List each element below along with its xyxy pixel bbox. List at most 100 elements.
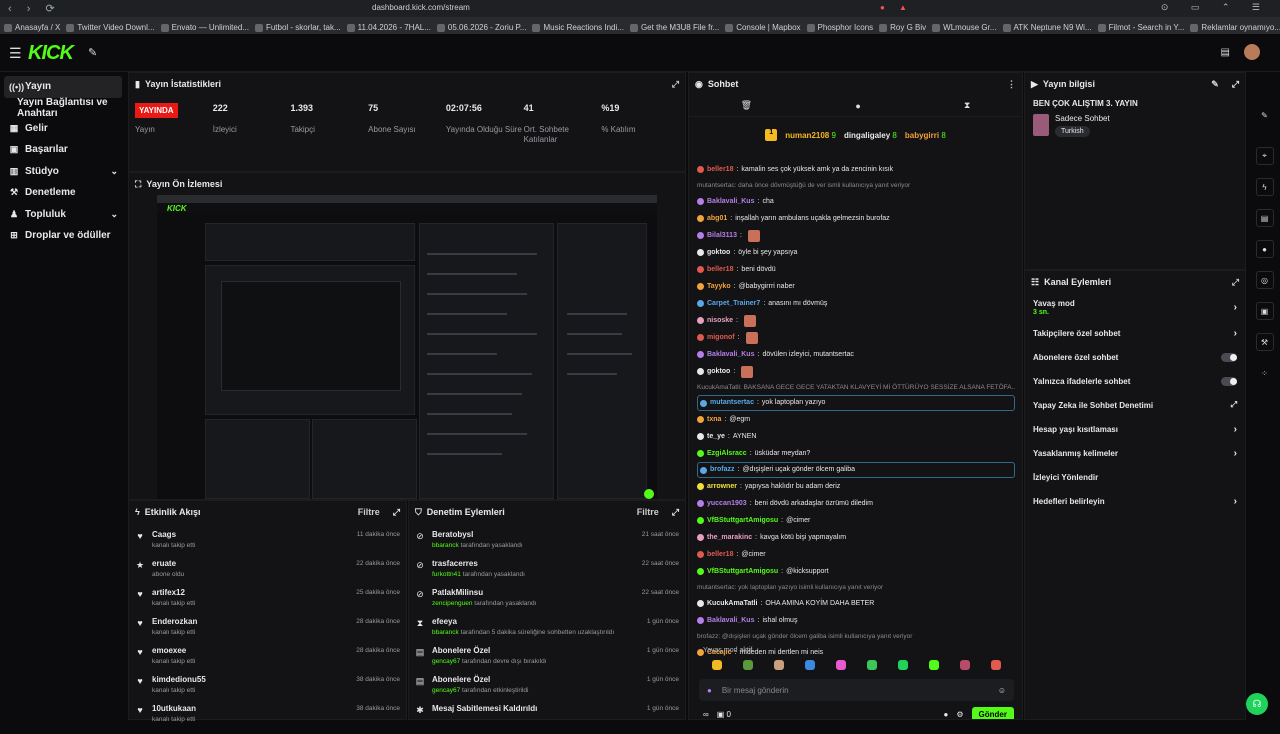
more-options-icon[interactable]: ⋮ bbox=[1007, 79, 1016, 90]
pin-icon[interactable]: ✎ bbox=[88, 46, 97, 59]
sidebar-item-moderation[interactable]: ⚒ Denetleme bbox=[0, 182, 128, 204]
emote[interactable] bbox=[867, 660, 878, 670]
browser-tab[interactable]: Roy G Biv bbox=[879, 17, 926, 34]
tag-chip[interactable]: Turkish bbox=[1055, 126, 1090, 137]
browser-tab[interactable]: Phosphor Icons bbox=[806, 17, 873, 34]
browser-tab[interactable]: 11.04.2026 - 7HAL... bbox=[346, 17, 431, 34]
toggle-switch[interactable] bbox=[1221, 376, 1237, 386]
chat-username[interactable]: arrowner bbox=[707, 483, 737, 491]
chevron-right-icon[interactable]: › bbox=[1234, 448, 1237, 459]
avatar[interactable] bbox=[1244, 44, 1260, 60]
chat-username[interactable]: yuccan1903 bbox=[707, 500, 747, 508]
channel-action-row[interactable]: Hesap yaşı kısıtlaması › bbox=[1025, 417, 1245, 441]
expand-icon[interactable]: ⤢ bbox=[672, 79, 679, 90]
chat-icon[interactable]: ● bbox=[1255, 240, 1274, 258]
channel-action-row[interactable]: Yavaş mod 3 sn. › bbox=[1025, 293, 1245, 321]
chat-username[interactable]: Bilal3113 bbox=[707, 232, 737, 240]
chat-username[interactable]: KucukAmaTatli bbox=[707, 600, 757, 608]
chat-username[interactable]: migonof bbox=[707, 334, 735, 342]
chat-username[interactable]: Baklavali_Kus bbox=[707, 617, 754, 625]
chat-username[interactable]: beller18 bbox=[707, 166, 733, 174]
channel-action-row[interactable]: Yapay Zeka ile Sohbet Denetimi ⤢ bbox=[1025, 393, 1245, 417]
emote[interactable] bbox=[742, 660, 753, 670]
sidebar-item-achievements[interactable]: ▣ Başarılar bbox=[0, 139, 128, 161]
browser-tab[interactable]: Envato — Unlimited... bbox=[160, 17, 249, 34]
layout-icon[interactable]: ▤ bbox=[1221, 47, 1230, 58]
leader-item[interactable]: dingaligaley 8 bbox=[844, 131, 897, 140]
chevron-right-icon[interactable]: › bbox=[1234, 328, 1237, 339]
emote[interactable] bbox=[929, 660, 940, 670]
feed-item[interactable]: ♥ Caags kanalı takip etti 11 dakika önce bbox=[135, 527, 400, 556]
browser-tab[interactable]: Reklamlar oynamıyo... bbox=[1190, 17, 1280, 34]
feed-item[interactable]: ♥ kimdedionu55 kanalı takip etti 38 dakika … bbox=[135, 672, 400, 701]
chat-username[interactable]: beller18 bbox=[707, 551, 733, 559]
users-icon[interactable]: ∞ bbox=[703, 710, 709, 719]
bolt-icon[interactable]: ϟ bbox=[1255, 178, 1274, 196]
browser-tab[interactable]: Twitter Video Downl... bbox=[66, 17, 155, 34]
extension-icons[interactable]: ● ▲ bbox=[880, 3, 913, 12]
dots-icon[interactable]: ⁘ bbox=[1256, 364, 1274, 382]
feed-item[interactable]: ▤ Abonelere Özel gencay67 tarafından etkin… bbox=[415, 672, 679, 701]
broadcast-icon[interactable]: ◎ bbox=[1255, 271, 1274, 289]
address-bar[interactable]: dashboard.kick.com/stream bbox=[372, 3, 470, 12]
feed-item[interactable]: ★ eruate abone oldu 22 dakika önce bbox=[135, 556, 400, 585]
expand-icon[interactable]: ⤢ bbox=[1232, 277, 1239, 288]
sidebar-item-stream[interactable]: ((•)) Yayın bbox=[4, 76, 122, 98]
chat-username[interactable]: EzgiAlsracc bbox=[707, 450, 747, 458]
sidebar-item-revenue[interactable]: ▦ Gelir bbox=[0, 118, 128, 140]
chat-input[interactable]: ● Bir mesaj gönderin ☺ bbox=[699, 679, 1014, 701]
emoji-icon[interactable]: ☺ bbox=[998, 686, 1006, 695]
message-icon[interactable]: ● bbox=[855, 101, 860, 111]
feed-item[interactable]: ✱ Mesaj Sabitlemesi Kaldırıldı 1 gün önce bbox=[415, 701, 679, 730]
channel-action-row[interactable]: Takipçilere özel sohbet › bbox=[1025, 321, 1245, 345]
browser-tab[interactable]: 05.06.2026 - Zoriu P... bbox=[436, 17, 526, 34]
feed-item[interactable]: ♥ artifex12 kanalı takip etti 25 dakika önc… bbox=[135, 585, 400, 614]
emote[interactable] bbox=[960, 660, 971, 670]
leader-item[interactable]: babygirri 8 bbox=[905, 131, 946, 140]
wrench-icon[interactable]: ⚒ bbox=[1255, 333, 1274, 351]
browser-tab[interactable]: Anasayfa / X bbox=[4, 17, 60, 34]
feed-item[interactable]: ▤ Abonelere Özel gencay67 tarafından devre… bbox=[415, 643, 679, 672]
expand-icon[interactable]: ⤢ bbox=[393, 507, 400, 518]
hourglass-icon[interactable]: ⧗ bbox=[964, 100, 970, 111]
channel-action-row[interactable]: Hedefleri belirleyin › bbox=[1025, 489, 1245, 513]
chat-username[interactable]: mutantsertac bbox=[710, 399, 754, 407]
browser-tab[interactable]: Futbol - skorlar, tak... bbox=[254, 17, 341, 34]
chat-username[interactable]: Carpet_Trainer7 bbox=[707, 300, 760, 308]
emote[interactable] bbox=[711, 660, 722, 670]
emote[interactable] bbox=[898, 660, 909, 670]
feed-item[interactable]: ⊘ trasfacerres furkottn41 tarafından yasak… bbox=[415, 556, 679, 585]
chat-bubble-icon[interactable]: ● bbox=[944, 710, 949, 719]
sidebar-item-studio[interactable]: ▥ Stüdyo ⌄ bbox=[0, 161, 128, 183]
kick-logo[interactable]: KICK bbox=[28, 42, 74, 65]
channel-action-row[interactable]: İzleyici Yönlendir bbox=[1025, 465, 1245, 489]
channel-action-row[interactable]: Yalnızca ifadelerle sohbet bbox=[1025, 369, 1245, 393]
toggle-switch[interactable] bbox=[1221, 352, 1237, 362]
emote[interactable] bbox=[835, 660, 846, 670]
chat-username[interactable]: beller18 bbox=[707, 266, 733, 274]
window-controls[interactable]: ⊙ ▭ ⌃ ☰ bbox=[1161, 2, 1270, 13]
pen-icon[interactable]: ✎ bbox=[1256, 106, 1274, 124]
chat-username[interactable]: txna bbox=[707, 416, 721, 424]
emote[interactable] bbox=[991, 660, 1002, 670]
browser-nav-buttons[interactable]: ‹ › ⟳ bbox=[8, 2, 61, 15]
feed-item[interactable]: ♥ Enderozkan kanalı takip etti 28 dakika ön… bbox=[135, 614, 400, 643]
crosshair-icon[interactable]: ⌖ bbox=[1255, 147, 1274, 165]
trash-icon[interactable]: 🗑 bbox=[741, 100, 752, 111]
channel-action-row[interactable]: Abonelere özel sohbet bbox=[1025, 345, 1245, 369]
emote[interactable] bbox=[773, 660, 784, 670]
browser-tab[interactable]: Get the M3U8 File fr... bbox=[629, 17, 719, 34]
hamburger-menu-icon[interactable]: ☰ bbox=[9, 45, 22, 62]
stream-preview-video[interactable]: KICK bbox=[157, 195, 657, 499]
chat-username[interactable]: brofazz bbox=[710, 466, 735, 474]
help-icon[interactable]: ☊ bbox=[1246, 693, 1268, 715]
chat-username[interactable]: Baklavali_Kus bbox=[707, 351, 754, 359]
chat-username[interactable]: VfBStuttgartAmigosu bbox=[707, 568, 778, 576]
sidebar-item-stream-key[interactable]: Yayın Bağlantısı ve Anahtarı bbox=[0, 97, 128, 119]
chat-username[interactable]: abg01 bbox=[707, 215, 727, 223]
chat-username[interactable]: goktoo bbox=[707, 249, 730, 257]
document-icon[interactable]: ▤ bbox=[1255, 209, 1274, 227]
browser-tab[interactable]: ATK Neptune N9 Wi... bbox=[1002, 17, 1092, 34]
chat-username[interactable]: nisoske bbox=[707, 317, 733, 325]
browser-tab[interactable]: Console | Mapbox bbox=[725, 17, 801, 34]
